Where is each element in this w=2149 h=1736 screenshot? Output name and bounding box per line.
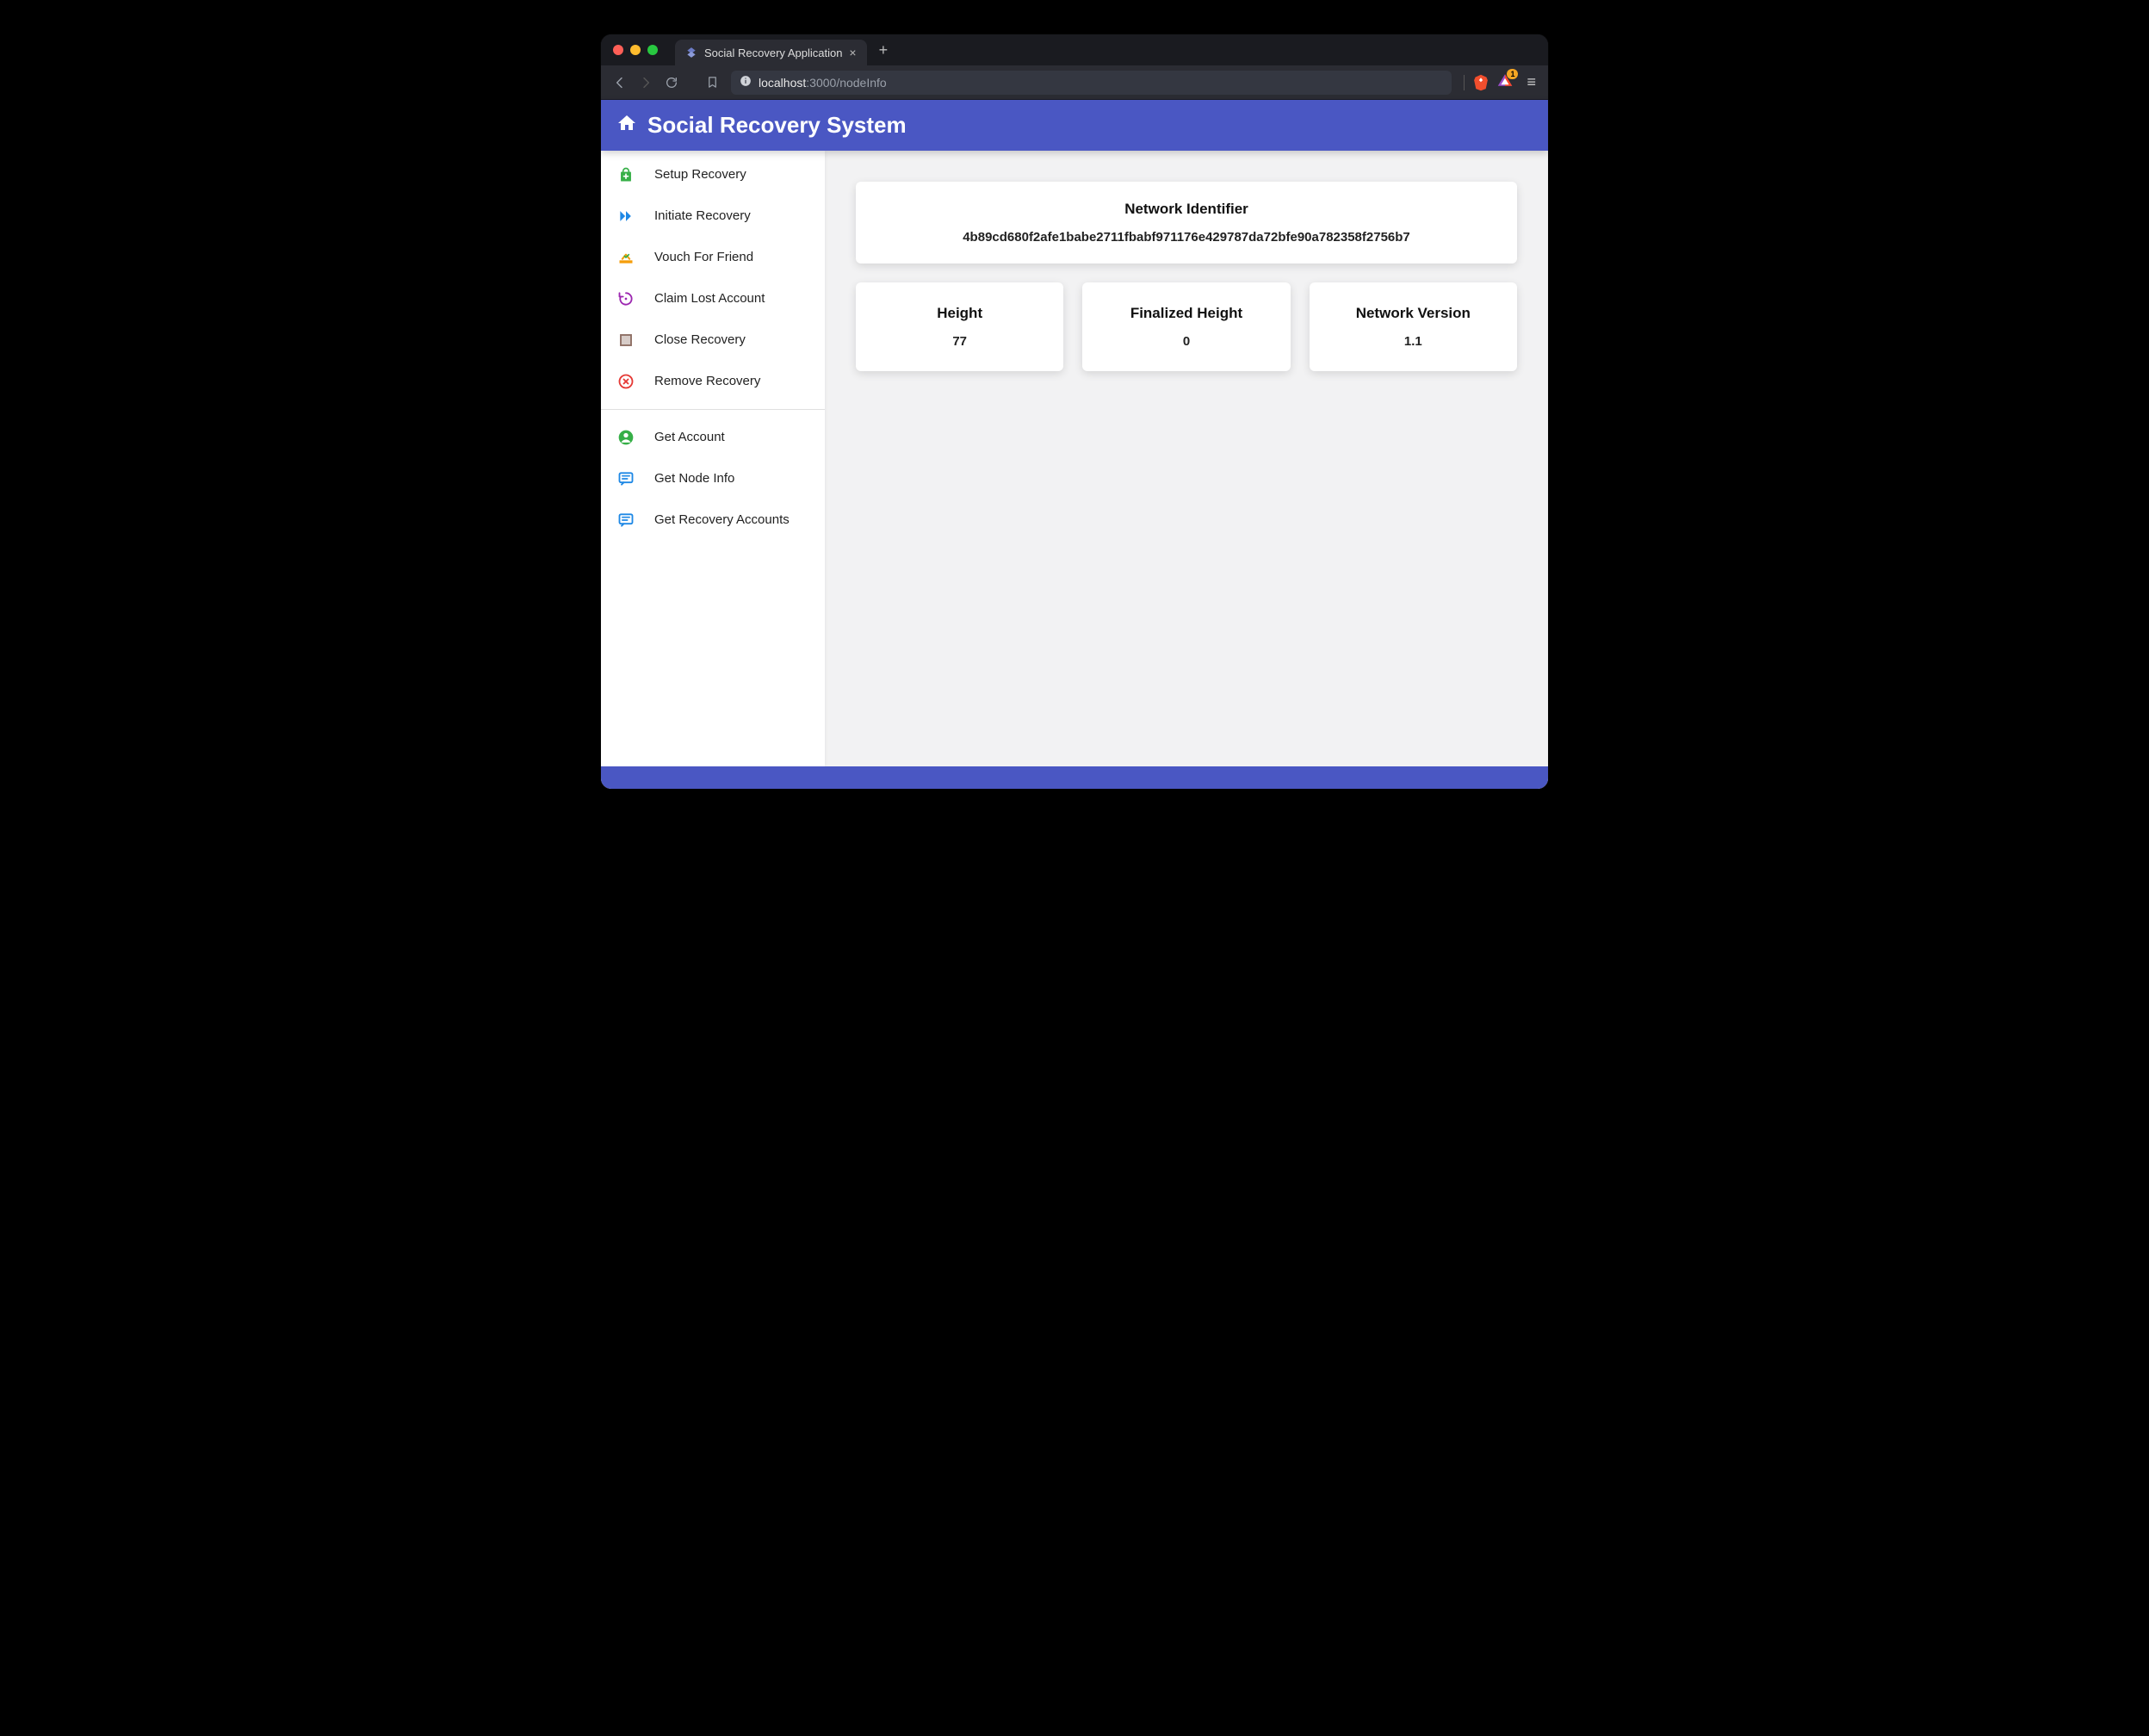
tab-title: Social Recovery Application	[704, 46, 842, 59]
sidebar-item-claim-lost-account[interactable]: Claim Lost Account	[601, 278, 825, 319]
card-title: Network Identifier	[876, 201, 1496, 218]
reload-button[interactable]	[665, 76, 678, 90]
browser-toolbar: localhost:3000/nodeInfo 1 ≡	[601, 65, 1548, 100]
app-header: Social Recovery System	[601, 100, 1548, 151]
maximize-window-button[interactable]	[647, 45, 658, 55]
sidebar-item-label: Vouch For Friend	[654, 250, 753, 266]
card-title: Network Version	[1323, 305, 1503, 322]
height-value: 77	[870, 334, 1050, 349]
bat-badge: 1	[1507, 69, 1518, 79]
new-tab-button[interactable]: +	[879, 41, 889, 59]
close-tab-button[interactable]: ×	[849, 46, 856, 59]
tab-favicon-icon	[685, 46, 697, 59]
url-text: localhost:3000/nodeInfo	[759, 76, 887, 90]
sidebar-item-remove-recovery[interactable]: Remove Recovery	[601, 361, 825, 402]
finalized-height-card: Finalized Height 0	[1082, 282, 1290, 371]
app-title: Social Recovery System	[647, 112, 907, 139]
toolbar-right: 1 ≡	[1464, 73, 1536, 91]
height-card: Height 77	[856, 282, 1063, 371]
page: Social Recovery System Setup Recovery	[601, 100, 1548, 789]
sidebar-item-get-node-info[interactable]: Get Node Info	[601, 458, 825, 499]
sidebar-divider	[601, 409, 825, 410]
network-version-value: 1.1	[1323, 334, 1503, 349]
main-content: Network Identifier 4b89cd680f2afe1babe27…	[825, 151, 1548, 766]
sidebar-item-label: Claim Lost Account	[654, 291, 765, 307]
sidebar-item-label: Close Recovery	[654, 332, 746, 349]
sidebar-item-label: Remove Recovery	[654, 374, 760, 390]
stats-row: Height 77 Finalized Height 0 Network Ver…	[856, 282, 1517, 371]
x-circle-icon	[616, 372, 635, 391]
chat-info-icon	[616, 469, 635, 488]
network-identifier-card: Network Identifier 4b89cd680f2afe1babe27…	[856, 182, 1517, 264]
sidebar-section-queries: Get Account Get Node Info Get Recovery A…	[601, 413, 825, 544]
double-chevron-icon	[616, 207, 635, 226]
back-button[interactable]	[613, 76, 627, 90]
sidebar-section-actions: Setup Recovery Initiate Recovery Vouch F…	[601, 151, 825, 406]
sidebar-item-setup-recovery[interactable]: Setup Recovery	[601, 154, 825, 195]
app-body: Setup Recovery Initiate Recovery Vouch F…	[601, 151, 1548, 766]
sidebar-item-label: Get Account	[654, 430, 725, 446]
sidebar-item-label: Initiate Recovery	[654, 208, 751, 225]
home-icon[interactable]	[616, 113, 637, 138]
forward-button[interactable]	[639, 76, 653, 90]
sidebar-item-label: Setup Recovery	[654, 167, 746, 183]
card-title: Finalized Height	[1096, 305, 1276, 322]
network-identifier-value: 4b89cd680f2afe1babe2711fbabf971176e42978…	[876, 230, 1496, 245]
close-window-button[interactable]	[613, 45, 623, 55]
lock-plus-icon	[616, 165, 635, 184]
menu-button[interactable]: ≡	[1527, 73, 1536, 91]
sidebar-item-get-account[interactable]: Get Account	[601, 417, 825, 458]
app-footer	[601, 766, 1548, 789]
site-info-icon[interactable]	[740, 75, 752, 90]
minimize-window-button[interactable]	[630, 45, 641, 55]
sidebar-item-vouch-for-friend[interactable]: Vouch For Friend	[601, 237, 825, 278]
bookmark-icon[interactable]	[706, 76, 719, 89]
url-path: /nodeInfo	[836, 76, 886, 90]
url-bar[interactable]: localhost:3000/nodeInfo	[731, 71, 1452, 95]
sidebar-item-label: Get Node Info	[654, 471, 734, 487]
brave-shields-icon[interactable]	[1473, 74, 1489, 91]
sidebar-item-close-recovery[interactable]: Close Recovery	[601, 319, 825, 361]
separator	[1464, 75, 1465, 90]
finalized-height-value: 0	[1096, 334, 1276, 349]
ballot-icon	[616, 248, 635, 267]
restore-icon	[616, 289, 635, 308]
sidebar: Setup Recovery Initiate Recovery Vouch F…	[601, 151, 825, 766]
tab-bar: Social Recovery Application × +	[601, 34, 1548, 65]
window-controls	[613, 45, 658, 55]
sidebar-item-label: Get Recovery Accounts	[654, 512, 790, 529]
chat-list-icon	[616, 511, 635, 530]
network-version-card: Network Version 1.1	[1310, 282, 1517, 371]
browser-window: Social Recovery Application × + localhos…	[601, 34, 1548, 789]
account-circle-icon	[616, 428, 635, 447]
card-title: Height	[870, 305, 1050, 322]
sidebar-item-get-recovery-accounts[interactable]: Get Recovery Accounts	[601, 499, 825, 541]
browser-tab[interactable]: Social Recovery Application ×	[675, 40, 867, 65]
square-icon	[616, 331, 635, 350]
url-port: 3000	[809, 76, 836, 90]
url-host: localhost	[759, 76, 806, 90]
bat-rewards-icon[interactable]: 1	[1497, 73, 1513, 91]
sidebar-item-initiate-recovery[interactable]: Initiate Recovery	[601, 195, 825, 237]
